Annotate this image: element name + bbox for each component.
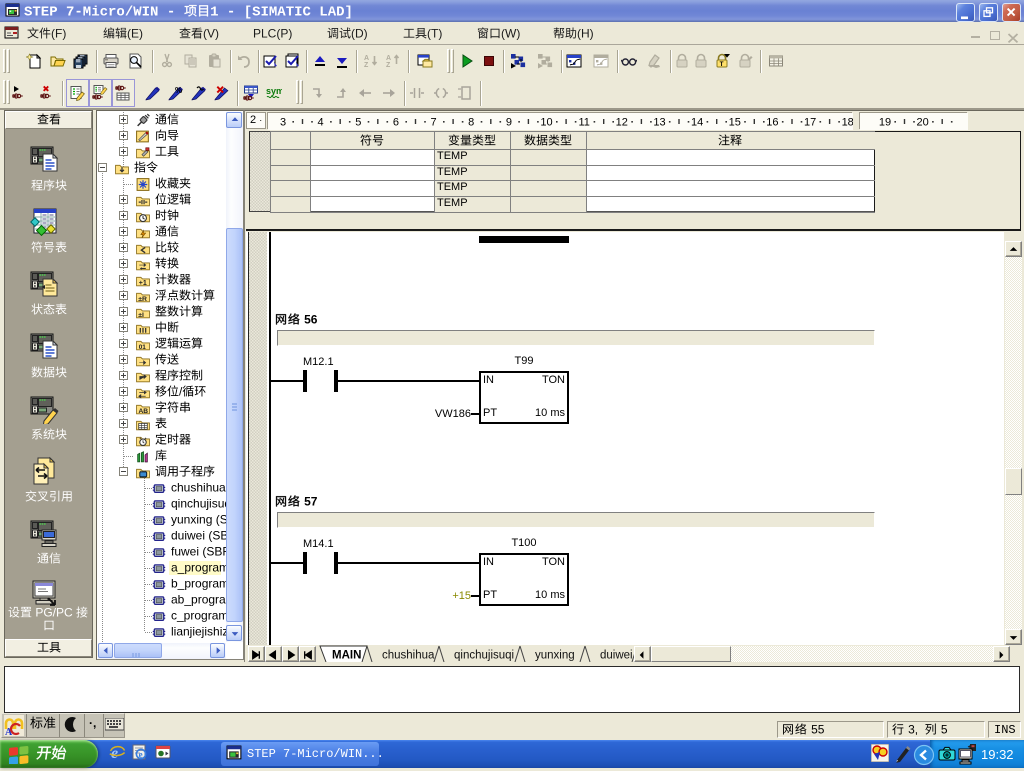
svg-text:(H): (H) bbox=[577, 27, 594, 41]
svg-text:STEP 7-Micro/WIN -: STEP 7-Micro/WIN - bbox=[24, 4, 184, 20]
svg-text:c_program: c_program bbox=[171, 609, 226, 623]
svg-text:7: 7 bbox=[431, 117, 437, 129]
svg-text:b_program: b_program bbox=[171, 577, 226, 591]
svg-text:fuwei (SBR2: fuwei (SBR2 bbox=[171, 545, 226, 559]
svg-text:(E): (E) bbox=[127, 27, 143, 41]
svg-text:(F): (F) bbox=[51, 27, 66, 41]
svg-text:duiwei: duiwei bbox=[600, 650, 633, 662]
svg-text:9: 9 bbox=[506, 117, 512, 129]
svg-text:+1: +1 bbox=[139, 280, 147, 287]
svg-text:sym: sym bbox=[266, 86, 282, 96]
svg-text:chushihua: chushihua bbox=[171, 481, 226, 495]
svg-text:qinchujisuqi: qinchujisuqi bbox=[171, 497, 226, 511]
svg-text:10: 10 bbox=[540, 117, 552, 129]
svg-text:chushihua: chushihua bbox=[382, 650, 435, 662]
svg-text:(D): (D) bbox=[351, 27, 368, 41]
svg-text:PG/PC: PG/PC bbox=[32, 606, 76, 620]
svg-text:13: 13 bbox=[653, 117, 665, 129]
svg-text:(W): (W) bbox=[501, 27, 520, 41]
svg-text:11: 11 bbox=[578, 117, 589, 129]
svg-text:12: 12 bbox=[616, 117, 628, 129]
svg-text:yunxing (SBR: yunxing (SBR bbox=[171, 513, 226, 527]
svg-text:/: / bbox=[179, 385, 183, 399]
svg-text:5: 5 bbox=[355, 117, 361, 129]
svg-text:Z: Z bbox=[386, 62, 391, 69]
svg-text:20: 20 bbox=[916, 117, 928, 129]
svg-text:yunxing: yunxing bbox=[535, 650, 575, 662]
svg-text:1 - [SIMATIC LAD]: 1 - [SIMATIC LAD] bbox=[210, 4, 353, 20]
svg-text:6: 6 bbox=[393, 117, 399, 129]
svg-text:AB: AB bbox=[139, 408, 149, 415]
svg-text:T: T bbox=[720, 61, 724, 68]
svg-text:8: 8 bbox=[468, 117, 474, 129]
svg-text:±I: ±I bbox=[138, 312, 144, 319]
svg-text:14: 14 bbox=[691, 117, 703, 129]
svg-text:56: 56 bbox=[301, 313, 318, 327]
svg-text:a_program: a_program bbox=[171, 561, 226, 575]
svg-text:MAIN: MAIN bbox=[332, 650, 361, 662]
svg-text:16: 16 bbox=[766, 117, 778, 129]
svg-text:lianjiejishizha: lianjiejishizha bbox=[171, 625, 226, 639]
svg-text:18: 18 bbox=[842, 117, 853, 129]
svg-text:A: A bbox=[364, 55, 369, 62]
svg-text:15: 15 bbox=[729, 117, 741, 129]
svg-text:4: 4 bbox=[318, 117, 324, 129]
svg-text:5: 5 bbox=[938, 723, 948, 737]
svg-text:Z: Z bbox=[364, 62, 369, 69]
svg-text:(T): (T) bbox=[427, 27, 442, 41]
svg-text:±R: ±R bbox=[138, 296, 147, 303]
svg-text:duiwei (SBR: duiwei (SBR bbox=[171, 529, 226, 543]
svg-text:17: 17 bbox=[804, 117, 816, 129]
svg-text:57: 57 bbox=[301, 495, 318, 509]
svg-text:ab_program: ab_program bbox=[171, 593, 226, 607]
svg-text:55: 55 bbox=[808, 723, 825, 737]
svg-text:3: 3 bbox=[280, 117, 286, 129]
svg-text:3,: 3, bbox=[905, 723, 922, 737]
svg-text:qinchujisuqi: qinchujisuqi bbox=[454, 650, 514, 662]
svg-text:e: e bbox=[139, 749, 143, 759]
svg-text:%: % bbox=[175, 86, 182, 95]
svg-text:PLC(P): PLC(P) bbox=[253, 27, 292, 41]
svg-text:19: 19 bbox=[879, 117, 891, 129]
svg-text:01: 01 bbox=[139, 344, 147, 351]
svg-text:A: A bbox=[386, 55, 391, 62]
svg-text:(V): (V) bbox=[203, 27, 219, 41]
